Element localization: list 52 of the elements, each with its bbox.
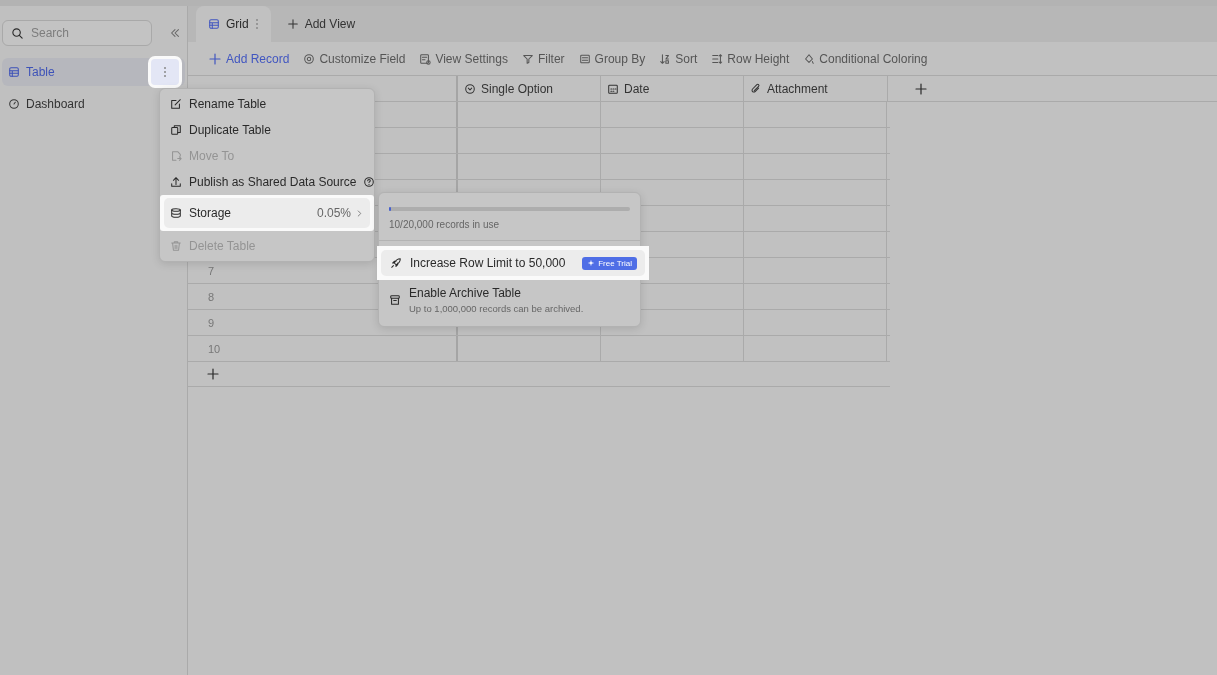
add-row-icon [206,367,220,381]
table-icon [8,66,20,78]
copy-icon [170,124,182,136]
row-height-icon [711,52,724,65]
paperclip-icon [750,82,762,95]
plus-icon [208,51,222,66]
toolbar-button[interactable]: View Settings [419,51,508,66]
chevron-circle-icon [464,82,476,95]
double-chevron-icon [168,27,181,39]
table-icon [208,18,220,30]
toolbar-button[interactable]: Add Record [208,51,290,66]
row-number: 10 [188,336,458,361]
sort-icon [659,52,672,65]
usage-text: 10/20,000 records in use [379,211,640,241]
chevron-right-icon [355,208,364,218]
toolbar-button[interactable]: Group By [578,51,646,66]
edit-icon [170,98,182,110]
menu-item[interactable]: Publish as Shared Data Source [164,169,370,195]
sidebar-item[interactable]: Table [2,58,185,86]
calendar-icon [607,82,619,95]
archive-box-icon [389,294,401,306]
file-move-icon [170,150,182,162]
plus-icon [286,18,299,30]
column-header: Date [601,76,744,101]
search-icon [11,27,24,40]
add-column-icon [914,81,928,96]
dashboard-icon [8,98,20,110]
trash-icon [170,240,182,252]
database-icon [170,207,182,219]
column-header: Attachment [744,76,888,101]
vertical-dots-icon [163,66,167,78]
menu-item[interactable]: Increase Row Limit to 50,000 Free Trial [377,246,649,280]
free-trial-badge: Free Trial [582,256,637,270]
settings-icon [419,52,432,65]
toolbar-button[interactable]: Filter [521,51,565,66]
menu-item[interactable]: Duplicate Table [164,117,370,143]
tab[interactable]: Add View [274,6,368,42]
toolbar-button[interactable]: Row Height [711,51,790,66]
rocket-icon [390,257,402,269]
tab[interactable]: Grid [196,6,271,42]
toolbar-button[interactable]: Customize Field [303,51,406,66]
upload-icon [170,176,182,188]
list-icon [578,52,591,65]
filter-icon [521,52,534,65]
toolbar-button[interactable]: Sort [659,51,698,66]
search-field[interactable]: Search [2,20,152,46]
help-icon [363,176,376,188]
paint-bucket-icon [803,52,816,65]
menu-item[interactable]: Storage 0.05% [160,195,374,231]
vertical-dots-icon [254,18,259,30]
toolbar-button[interactable]: Conditional Coloring [803,51,928,66]
column-header: Single Option [458,76,601,101]
